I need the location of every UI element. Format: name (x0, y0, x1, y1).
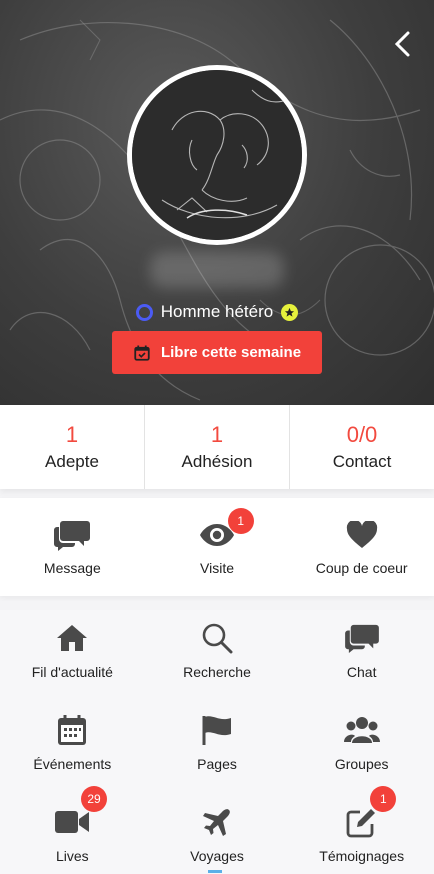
message-label: Message (43, 560, 101, 576)
search-icon (202, 623, 233, 654)
menu-label: Chat (346, 664, 377, 680)
message-button[interactable]: Message (0, 498, 145, 596)
menu-item-pages[interactable]: Pages (145, 702, 290, 794)
home-icon (57, 625, 88, 651)
group-icon (343, 717, 380, 743)
menu-grid: Fil d'actualité Recherche Chat Événement… (0, 610, 434, 874)
back-button[interactable] (386, 28, 418, 60)
video-icon (55, 811, 90, 833)
menu-item-feed[interactable]: Fil d'actualité (0, 610, 145, 702)
star-badge-icon (281, 303, 299, 321)
actions-bar: Message Visite 1 Coup de coeur (0, 498, 434, 596)
menu-label: Voyages (190, 848, 244, 864)
stat-label: Adepte (45, 452, 99, 471)
flag-icon (202, 716, 231, 745)
calendar-check-icon (134, 345, 150, 361)
menu-item-chat[interactable]: Chat (289, 610, 434, 702)
chevron-left-icon (394, 31, 410, 57)
menu-label: Lives (55, 848, 89, 864)
crush-button[interactable]: Coup de coeur (289, 498, 434, 596)
chat-bubbles-icon (54, 521, 91, 551)
profile-header: Homme hétéro Libre cette semaine (0, 0, 434, 405)
menu-label: Pages (197, 756, 237, 772)
availability-button[interactable]: Libre cette semaine (112, 331, 322, 374)
availability-label: Libre cette semaine (160, 344, 302, 361)
crush-label: Coup de coeur (315, 560, 408, 576)
calendar-icon (58, 715, 87, 745)
visit-label: Visite (200, 560, 234, 576)
menu-label: Témoignages (319, 848, 405, 864)
stat-value: 1 (210, 422, 224, 447)
profile-avatar[interactable] (127, 65, 307, 245)
stat-contact[interactable]: 0/0 Contact (290, 405, 434, 489)
username-blurred (150, 252, 284, 288)
visit-button[interactable]: Visite 1 (145, 498, 290, 596)
ring-icon (135, 303, 153, 321)
scroll-indicator (208, 870, 222, 873)
lives-count-badge: 29 (81, 786, 107, 812)
menu-label: Recherche (183, 664, 251, 680)
stats-bar: 1 Adepte 1 Adhésion 0/0 Contact (0, 405, 434, 489)
orientation-row: Homme hétéro (0, 302, 434, 322)
menu-label: Groupes (334, 756, 389, 772)
stat-adhesion[interactable]: 1 Adhésion (145, 405, 290, 489)
visit-count-badge: 1 (227, 508, 254, 534)
stat-value: 0/0 (346, 422, 378, 447)
stat-value: 1 (65, 422, 79, 447)
heart-icon (346, 521, 377, 548)
testimonials-count-badge: 1 (370, 786, 397, 812)
menu-item-travel[interactable]: Voyages (145, 794, 290, 874)
menu-item-events[interactable]: Événements (0, 702, 145, 794)
menu-label: Événements (33, 756, 112, 772)
stat-label: Contact (332, 452, 392, 471)
menu-item-search[interactable]: Recherche (145, 610, 290, 702)
stat-label: Adhésion (181, 452, 253, 471)
menu-item-groups[interactable]: Groupes (289, 702, 434, 794)
menu-item-testimonials[interactable]: Témoignages 1 (289, 786, 434, 874)
avatar-illustration (132, 70, 302, 240)
menu-label: Fil d'actualité (31, 664, 113, 680)
stat-adepte[interactable]: 1 Adepte (0, 405, 145, 489)
chat-icon (344, 624, 379, 653)
menu-item-lives[interactable]: Lives 29 (0, 786, 145, 874)
plane-icon (203, 809, 230, 836)
edit-icon (346, 809, 375, 838)
orientation-label: Homme hétéro (160, 302, 274, 321)
